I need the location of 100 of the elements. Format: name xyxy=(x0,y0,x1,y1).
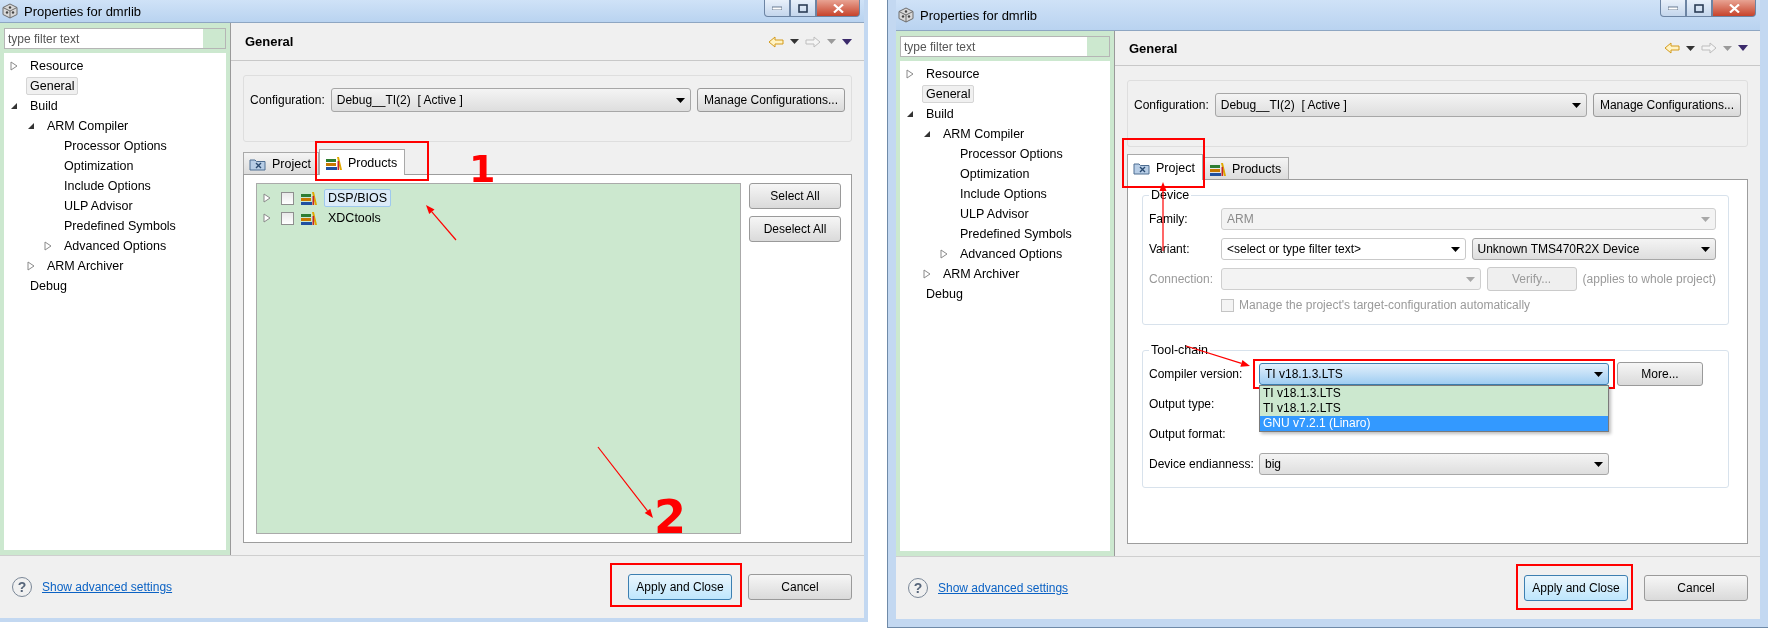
tree-item[interactable]: Advanced Options xyxy=(956,245,1067,263)
tree-item[interactable]: Optimization xyxy=(956,165,1034,183)
folder-icon xyxy=(1133,160,1151,175)
caret-icon xyxy=(1686,45,1695,51)
apply-and-close-button[interactable]: Apply and Close xyxy=(1524,575,1628,601)
annotation-number: 2 xyxy=(654,494,686,540)
dropdown-option[interactable]: TI v18.1.2.LTS xyxy=(1260,401,1608,416)
minimize-button[interactable] xyxy=(764,0,790,17)
close-button[interactable] xyxy=(816,0,860,17)
caret-icon xyxy=(675,97,685,103)
caret-icon xyxy=(1594,371,1603,377)
back-icon[interactable] xyxy=(1664,42,1680,54)
caret-right-icon[interactable] xyxy=(263,213,271,223)
maximize-icon xyxy=(1694,3,1704,13)
field-label: Variant: xyxy=(1149,242,1191,256)
tree-item[interactable]: Optimization xyxy=(60,157,138,175)
advanced-settings-link[interactable]: Show advanced settings xyxy=(42,580,173,594)
tree-item[interactable]: ARM Archiver xyxy=(939,265,1024,283)
list-item[interactable]: XDCtools xyxy=(324,209,385,227)
close-button[interactable] xyxy=(1712,0,1756,17)
caret-down-icon[interactable] xyxy=(27,121,35,131)
tree-item[interactable]: General xyxy=(26,77,79,95)
minimize-icon xyxy=(1668,6,1678,10)
books-icon xyxy=(300,191,318,205)
tree-item[interactable]: Processor Options xyxy=(956,145,1067,163)
tree-item[interactable]: Build xyxy=(922,105,958,123)
maximize-button[interactable] xyxy=(790,0,816,17)
cancel-button[interactable]: Cancel xyxy=(1644,575,1748,601)
app-icon xyxy=(898,7,914,23)
caret-right-icon[interactable] xyxy=(10,61,18,71)
tab[interactable]: Project xyxy=(1127,154,1203,180)
filter-field[interactable]: type filter text xyxy=(4,28,226,49)
tree-item[interactable]: Advanced Options xyxy=(60,237,171,255)
caret-right-icon[interactable] xyxy=(27,261,35,271)
more-button[interactable]: More... xyxy=(1617,362,1703,386)
tree-item[interactable]: ARM Compiler xyxy=(939,125,1029,143)
field-label: Output type: xyxy=(1149,397,1216,411)
back-icon[interactable] xyxy=(768,35,784,48)
apply-and-close-button[interactable]: Apply and Close xyxy=(628,574,732,600)
tree-item[interactable]: Predefined Symbols xyxy=(60,217,180,235)
field-label: Compiler version: xyxy=(1149,367,1244,381)
variant-dropdown[interactable]: Unknown TMS470R2X Device xyxy=(1471,238,1716,260)
tree-item[interactable]: Resource xyxy=(922,65,984,83)
filter-field[interactable]: type filter text xyxy=(900,36,1110,57)
caret-icon xyxy=(827,39,836,44)
tree-item[interactable]: Processor Options xyxy=(60,137,171,155)
checkbox-label: Manage the project's target-configuration automatically xyxy=(1239,298,1531,312)
tree-item[interactable]: Debug xyxy=(26,277,71,295)
dropdown-option[interactable]: TI v18.1.3.LTS xyxy=(1260,386,1608,401)
app-icon xyxy=(2,3,18,19)
tree-item[interactable]: ARM Compiler xyxy=(43,117,133,135)
manage-configurations-button[interactable]: Manage Configurations... xyxy=(1592,93,1741,117)
minimize-icon xyxy=(772,6,782,10)
variant-filter-field[interactable]: <select or type filter text> xyxy=(1221,238,1466,260)
field-label: Connection: xyxy=(1149,272,1215,286)
manage-configurations-button[interactable]: Manage Configurations... xyxy=(696,88,845,112)
checkbox[interactable] xyxy=(281,211,294,225)
tree-item[interactable]: Include Options xyxy=(956,185,1051,203)
tree-item[interactable]: Predefined Symbols xyxy=(956,225,1076,243)
tree-item[interactable]: General xyxy=(922,85,975,103)
tree-item[interactable]: ULP Advisor xyxy=(956,205,1033,223)
compiler-dropdown[interactable]: TI v18.1.3.LTS xyxy=(1259,363,1609,385)
caret-icon xyxy=(1594,461,1603,467)
caret-right-icon[interactable] xyxy=(906,69,914,79)
tree-item[interactable]: ULP Advisor xyxy=(60,197,137,215)
list-action-button[interactable]: Select All xyxy=(749,183,841,209)
configuration-dropdown[interactable]: Debug__TI(2) [ Active ] xyxy=(1214,93,1587,117)
minimize-button[interactable] xyxy=(1660,0,1686,17)
caret-down-icon[interactable] xyxy=(10,101,18,111)
menu-icon[interactable] xyxy=(842,38,852,45)
books-icon xyxy=(300,211,318,225)
tree-item[interactable]: Include Options xyxy=(60,177,155,195)
tab[interactable]: Products xyxy=(1202,157,1290,179)
tree-item[interactable]: ARM Archiver xyxy=(43,257,128,275)
maximize-button[interactable] xyxy=(1686,0,1712,17)
list-item[interactable]: DSP/BIOS xyxy=(324,189,392,207)
cancel-button[interactable]: Cancel xyxy=(748,574,852,600)
advanced-settings-link[interactable]: Show advanced settings xyxy=(938,581,1069,595)
tree-item[interactable]: Resource xyxy=(26,57,88,75)
caret-right-icon[interactable] xyxy=(263,193,271,203)
checkbox[interactable] xyxy=(281,191,294,205)
maximize-icon xyxy=(798,3,808,13)
caret-down-icon[interactable] xyxy=(906,109,914,119)
configuration-label: Configuration: xyxy=(250,92,325,109)
tab[interactable]: Project xyxy=(243,152,319,174)
caret-right-icon[interactable] xyxy=(940,249,948,259)
caret-right-icon[interactable] xyxy=(923,269,931,279)
caret-down-icon[interactable] xyxy=(923,129,931,139)
caret-right-icon[interactable] xyxy=(44,241,52,251)
configuration-dropdown[interactable]: Debug__TI(2) [ Active ] xyxy=(330,88,691,112)
tree-item[interactable]: Build xyxy=(26,97,62,115)
list-action-button[interactable]: Deselect All xyxy=(749,216,841,242)
page-title: General xyxy=(1129,40,1179,56)
group-label: Tool-chain xyxy=(1149,343,1210,357)
tree-item[interactable]: Debug xyxy=(922,285,967,303)
menu-icon[interactable] xyxy=(1738,45,1748,51)
endianness-dropdown[interactable]: big xyxy=(1259,453,1609,475)
page-title: General xyxy=(245,34,295,49)
books-icon xyxy=(324,155,343,170)
tab[interactable]: Products xyxy=(318,149,406,175)
